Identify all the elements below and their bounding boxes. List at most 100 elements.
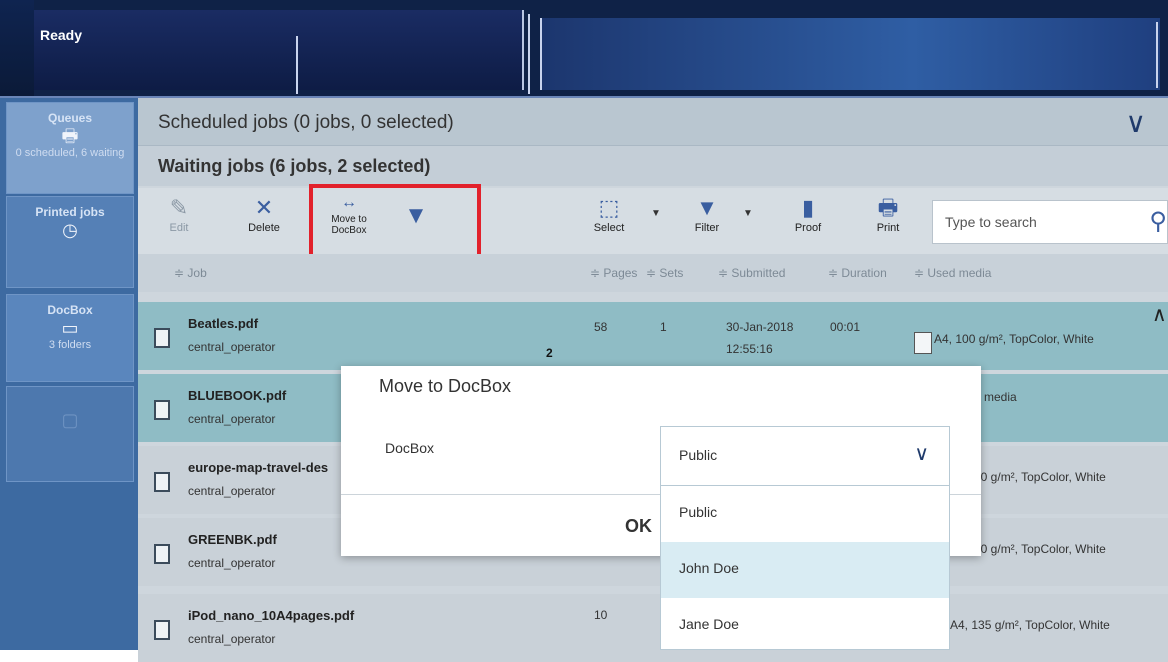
job-media: A4, 135 g/m², TopColor, White: [950, 618, 1110, 632]
col-submitted[interactable]: ≑ Submitted: [718, 266, 785, 280]
folder-icon: ▭: [61, 318, 79, 338]
docbox-option[interactable]: Jane Doe: [661, 598, 949, 654]
job-sets: 1: [660, 320, 667, 334]
job-name: BLUEBOOK.pdf: [188, 388, 287, 403]
status-text: Ready: [40, 27, 83, 43]
document-dollar-icon: [154, 400, 170, 420]
caret-down-icon: ▼: [651, 208, 661, 219]
edit-button[interactable]: ✎ Edit: [154, 194, 204, 234]
docbox-option[interactable]: Public: [661, 486, 949, 542]
job-submitted-time: 12:55:16: [726, 342, 773, 356]
history-icon: ◷: [62, 220, 78, 240]
filter-button[interactable]: ▼ Filter: [682, 194, 732, 234]
printer-icon: 🖶: [61, 126, 79, 146]
close-icon: ✕: [254, 195, 274, 220]
info-panel: [540, 18, 1160, 90]
col-sets[interactable]: ≑ Sets: [646, 266, 683, 280]
filter-label: Filter: [694, 222, 720, 234]
job-name: iPod_nano_10A4pages.pdf: [188, 608, 355, 623]
document-icon: [154, 620, 170, 640]
job-pages: 58: [594, 320, 608, 334]
proof-label: Proof: [794, 222, 822, 234]
docbox-selected-value: Public: [679, 447, 718, 463]
table-row[interactable]: iPod_nano_10A4pages.pdf central_operator…: [138, 594, 1168, 662]
document-icon: [154, 544, 170, 564]
media-icon: [914, 332, 932, 354]
waiting-jobs-header[interactable]: Waiting jobs (6 jobs, 2 selected): [138, 146, 1168, 186]
chevron-down-icon[interactable]: ∨: [1126, 106, 1147, 139]
sidebar-item-sub: 3 folders: [48, 339, 92, 351]
column-header: ≑ Job ≑ Pages ≑ Sets ≑ Submitted ≑ Durat…: [138, 254, 1168, 292]
job-operator: central_operator: [188, 340, 276, 354]
col-pages[interactable]: ≑ Pages: [590, 266, 637, 280]
document-dollar-icon: [154, 472, 170, 492]
print-button[interactable]: 🖶 Print: [868, 194, 908, 234]
job-name: europe-map-travel-des: [188, 460, 329, 475]
select-button[interactable]: ⬚ Select: [584, 194, 634, 234]
disabled-icon: ▢: [61, 410, 79, 430]
col-used-media[interactable]: ≑ Used media: [914, 266, 991, 280]
select-dropdown[interactable]: ▼: [646, 208, 666, 219]
panel-divider: [296, 36, 298, 94]
select-label: Select: [593, 222, 625, 234]
sidebar-item-label: Queues: [47, 111, 92, 125]
highlight-box: [309, 184, 481, 264]
filter-icon: ▼: [696, 195, 718, 220]
pencil-icon: ✎: [169, 195, 189, 220]
job-media: A4, 100 g/m², TopColor, White: [934, 332, 1094, 346]
filter-dropdown[interactable]: ▼: [738, 208, 758, 219]
delete-label: Delete: [248, 222, 280, 234]
toolbar: ✎ Edit ✕ Delete ↔ Move to DocBox ▼ ⬚ Sel…: [138, 184, 1168, 264]
search-input[interactable]: Type to search ⚲: [932, 200, 1168, 244]
scheduled-jobs-title: Scheduled jobs (0 jobs, 0 selected): [158, 112, 454, 133]
status-indicator: [0, 0, 34, 96]
waiting-jobs-title: Waiting jobs (6 jobs, 2 selected): [158, 156, 431, 176]
delete-button[interactable]: ✕ Delete: [234, 194, 294, 234]
edit-label: Edit: [169, 222, 189, 234]
job-submitted-date: 30-Jan-2018: [726, 320, 794, 334]
docbox-options: Public John Doe Jane Doe: [660, 486, 950, 650]
col-job[interactable]: ≑ Job: [174, 266, 207, 280]
document-icon: [154, 328, 170, 348]
printer-icon: 🖶: [877, 195, 899, 220]
job-media: 00 g/m², TopColor, White: [974, 542, 1106, 556]
chevron-up-icon[interactable]: ∧: [1152, 302, 1167, 327]
ok-button[interactable]: OK: [625, 516, 652, 537]
sidebar-item-docbox[interactable]: DocBox ▭ 3 folders: [6, 294, 134, 382]
sidebar-item-label: [7, 395, 133, 409]
sidebar-item-label: DocBox: [47, 303, 93, 317]
job-pages: 10: [594, 608, 608, 622]
dialog-title: Move to DocBox: [379, 376, 512, 396]
sidebar-item-label: Printed jobs: [35, 205, 105, 219]
proof-icon: ▮: [801, 195, 815, 220]
sidebar-item-queues[interactable]: Queues 🖶 0 scheduled, 6 waiting: [6, 102, 134, 194]
panel-divider: [528, 14, 530, 94]
docbox-label: DocBox: [385, 440, 435, 456]
search-placeholder: Type to search: [945, 214, 1037, 230]
panel-divider: [1156, 22, 1158, 88]
sidebar: Queues 🖶 0 scheduled, 6 waiting Printed …: [0, 98, 138, 650]
top-banner: Ready: [0, 0, 1168, 98]
caret-down-icon: ▼: [743, 208, 753, 219]
chevron-down-icon: ∨: [914, 443, 929, 465]
col-duration[interactable]: ≑ Duration: [828, 266, 887, 280]
docbox-select[interactable]: Public ∨: [660, 426, 950, 486]
job-duration: 00:01: [830, 320, 861, 334]
sidebar-item-sub: 0 scheduled, 6 waiting: [15, 147, 125, 159]
job-operator: central_operator: [188, 556, 276, 570]
option-label: Jane Doe: [679, 616, 739, 632]
status-panel: [34, 10, 524, 94]
job-media: 00 g/m², TopColor, White: [974, 470, 1106, 484]
job-operator: central_operator: [188, 632, 276, 646]
scheduled-jobs-header[interactable]: Scheduled jobs (0 jobs, 0 selected) ∨: [138, 98, 1168, 146]
sidebar-item-printed-jobs[interactable]: Printed jobs ◷: [6, 196, 134, 288]
job-extra: 2: [546, 346, 553, 360]
table-row[interactable]: Beatles.pdf central_operator 2 58 1 30-J…: [138, 302, 1168, 370]
option-label: John Doe: [679, 560, 739, 576]
docbox-option[interactable]: John Doe: [661, 542, 949, 598]
select-icon: ⬚: [598, 195, 620, 220]
search-icon[interactable]: ⚲: [1149, 207, 1167, 236]
sidebar-item-disabled: ▢: [6, 386, 134, 482]
proof-button[interactable]: ▮ Proof: [778, 194, 838, 234]
print-label: Print: [876, 222, 900, 234]
